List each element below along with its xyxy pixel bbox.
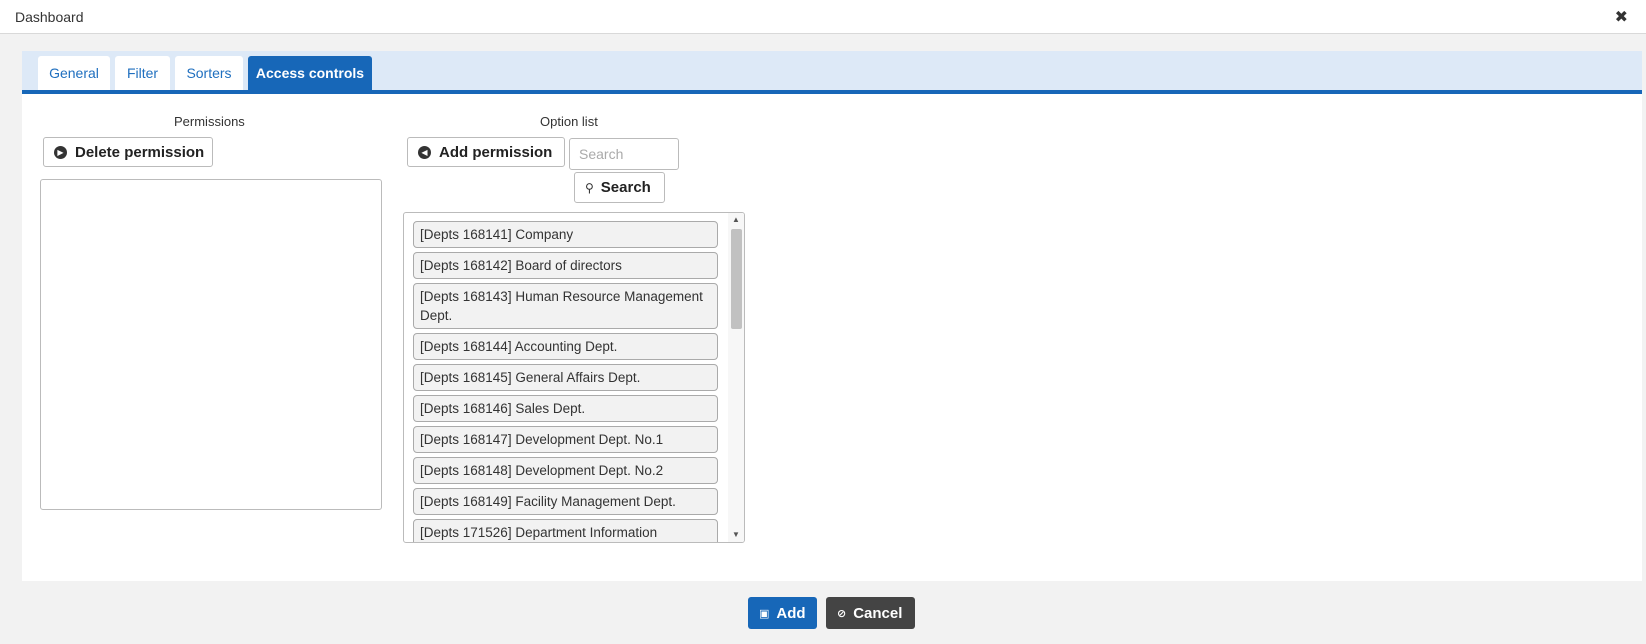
tab-general[interactable]: General — [38, 56, 110, 90]
search-button[interactable]: ⚲ Search — [574, 172, 665, 203]
scroll-up-icon[interactable]: ▲ — [728, 213, 744, 227]
list-item[interactable]: [Depts 168143] Human Resource Management… — [413, 283, 718, 329]
circle-arrow-left-icon: ◀ — [418, 145, 431, 159]
cancel-button[interactable]: ⊘ Cancel — [826, 597, 915, 629]
list-item[interactable]: [Depts 168142] Board of directors — [413, 252, 718, 279]
list-item[interactable]: [Depts 168149] Facility Management Dept. — [413, 488, 718, 515]
circle-arrow-right-icon: ▶ — [54, 145, 67, 159]
cancel-button-label: Cancel — [853, 604, 903, 622]
search-button-label: Search — [600, 179, 651, 196]
tab-bar: General Filter Sorters Access controls — [22, 51, 1642, 94]
window-titlebar: Dashboard ✖ — [0, 0, 1646, 34]
option-items: [Depts 168141] Company [Depts 168142] Bo… — [413, 221, 718, 542]
tab-filter[interactable]: Filter — [115, 56, 170, 90]
add-permission-button[interactable]: ◀ Add permission — [407, 137, 565, 167]
list-item[interactable]: [Depts 171526] Department Information — [413, 519, 718, 542]
list-item[interactable]: [Depts 168145] General Affairs Dept. — [413, 364, 718, 391]
delete-permission-button[interactable]: ▶ Delete permission — [43, 137, 213, 167]
permissions-list[interactable] — [40, 179, 382, 510]
ban-icon: ⊘ — [837, 607, 847, 620]
list-item[interactable]: [Depts 168144] Accounting Dept. — [413, 333, 718, 360]
list-item[interactable]: [Depts 168146] Sales Dept. — [413, 395, 718, 422]
scroll-down-icon[interactable]: ▼ — [728, 528, 744, 542]
list-item[interactable]: [Depts 168147] Development Dept. No.1 — [413, 426, 718, 453]
list-item[interactable]: [Depts 168148] Development Dept. No.2 — [413, 457, 718, 484]
close-icon[interactable]: ✖ — [1615, 7, 1628, 27]
add-permission-label: Add permission — [439, 143, 553, 161]
search-input[interactable] — [569, 138, 679, 170]
tab-sorters[interactable]: Sorters — [175, 56, 243, 90]
list-item[interactable]: [Depts 168141] Company — [413, 221, 718, 248]
delete-permission-label: Delete permission — [75, 143, 205, 161]
tab-access-controls[interactable]: Access controls — [248, 56, 372, 90]
option-list-scrollbar[interactable]: ▲ ▼ — [728, 213, 744, 542]
scroll-thumb[interactable] — [731, 229, 742, 329]
dialog-panel: General Filter Sorters Access controls P… — [22, 51, 1642, 581]
option-list-label: Option list — [540, 114, 598, 129]
add-button[interactable]: ▣ Add — [748, 597, 817, 629]
add-button-label: Add — [776, 604, 806, 622]
permissions-label: Permissions — [174, 114, 245, 129]
magnifier-icon: ⚲ — [585, 180, 594, 195]
option-list[interactable]: [Depts 168141] Company [Depts 168142] Bo… — [403, 212, 745, 543]
window-title: Dashboard — [15, 9, 84, 25]
save-icon: ▣ — [759, 607, 770, 620]
